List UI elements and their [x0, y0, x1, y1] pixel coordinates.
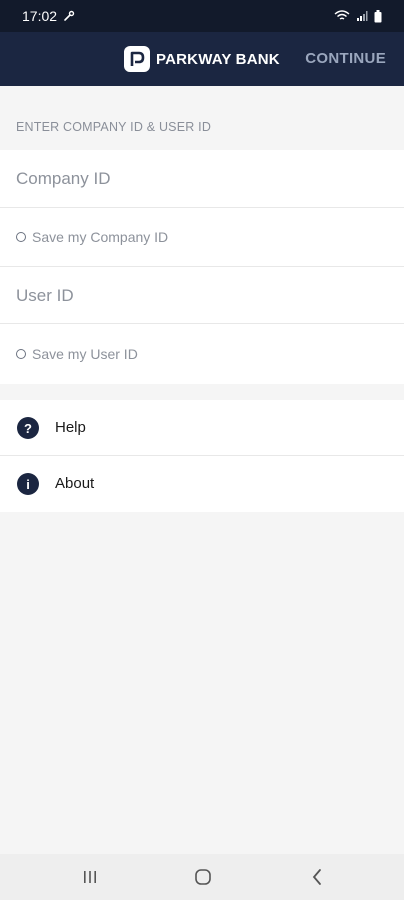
- menu-item-label: About: [55, 475, 95, 492]
- menu-item-help[interactable]: ? Help: [0, 400, 404, 456]
- user-id-input[interactable]: User ID: [16, 286, 74, 306]
- recent-apps-icon[interactable]: [82, 869, 98, 885]
- home-icon[interactable]: [194, 868, 212, 886]
- parkway-logo-icon: [124, 46, 150, 72]
- login-form-card: Company ID Save my Company ID User ID Sa…: [0, 150, 404, 384]
- wrench-icon: [64, 10, 75, 21]
- back-icon[interactable]: [310, 868, 324, 886]
- info-icon: i: [17, 473, 39, 495]
- radio-circle-icon[interactable]: [16, 232, 26, 242]
- save-company-label: Save my Company ID: [32, 229, 169, 245]
- menu-card: ? Help i About: [0, 400, 404, 512]
- save-user-toggle[interactable]: Save my User ID: [16, 346, 138, 362]
- section-title: ENTER COMPANY ID & USER ID: [16, 120, 212, 134]
- wifi-icon: [334, 10, 350, 20]
- brand-name: PARKWAY BANK: [156, 50, 280, 68]
- radio-circle-icon[interactable]: [16, 349, 26, 359]
- save-company-row[interactable]: Save my Company ID: [0, 208, 404, 267]
- help-icon: ?: [17, 417, 39, 439]
- app-header: PARKWAY BANK CONTINUE: [0, 32, 404, 86]
- menu-item-label: Help: [55, 419, 86, 436]
- battery-icon: [374, 9, 382, 22]
- system-nav-bar: [0, 854, 404, 900]
- company-id-row[interactable]: Company ID: [0, 150, 404, 208]
- signal-icon: [357, 11, 368, 21]
- continue-button[interactable]: CONTINUE: [305, 50, 386, 67]
- company-id-input[interactable]: Company ID: [16, 169, 110, 189]
- save-user-row[interactable]: Save my User ID: [0, 324, 404, 384]
- save-user-label: Save my User ID: [32, 346, 138, 362]
- brand: PARKWAY BANK: [124, 46, 280, 72]
- user-id-row[interactable]: User ID: [0, 267, 404, 324]
- status-bar: 17:02: [0, 0, 404, 32]
- status-time: 17:02: [22, 8, 58, 24]
- save-company-toggle[interactable]: Save my Company ID: [16, 229, 168, 245]
- menu-item-about[interactable]: i About: [0, 456, 404, 512]
